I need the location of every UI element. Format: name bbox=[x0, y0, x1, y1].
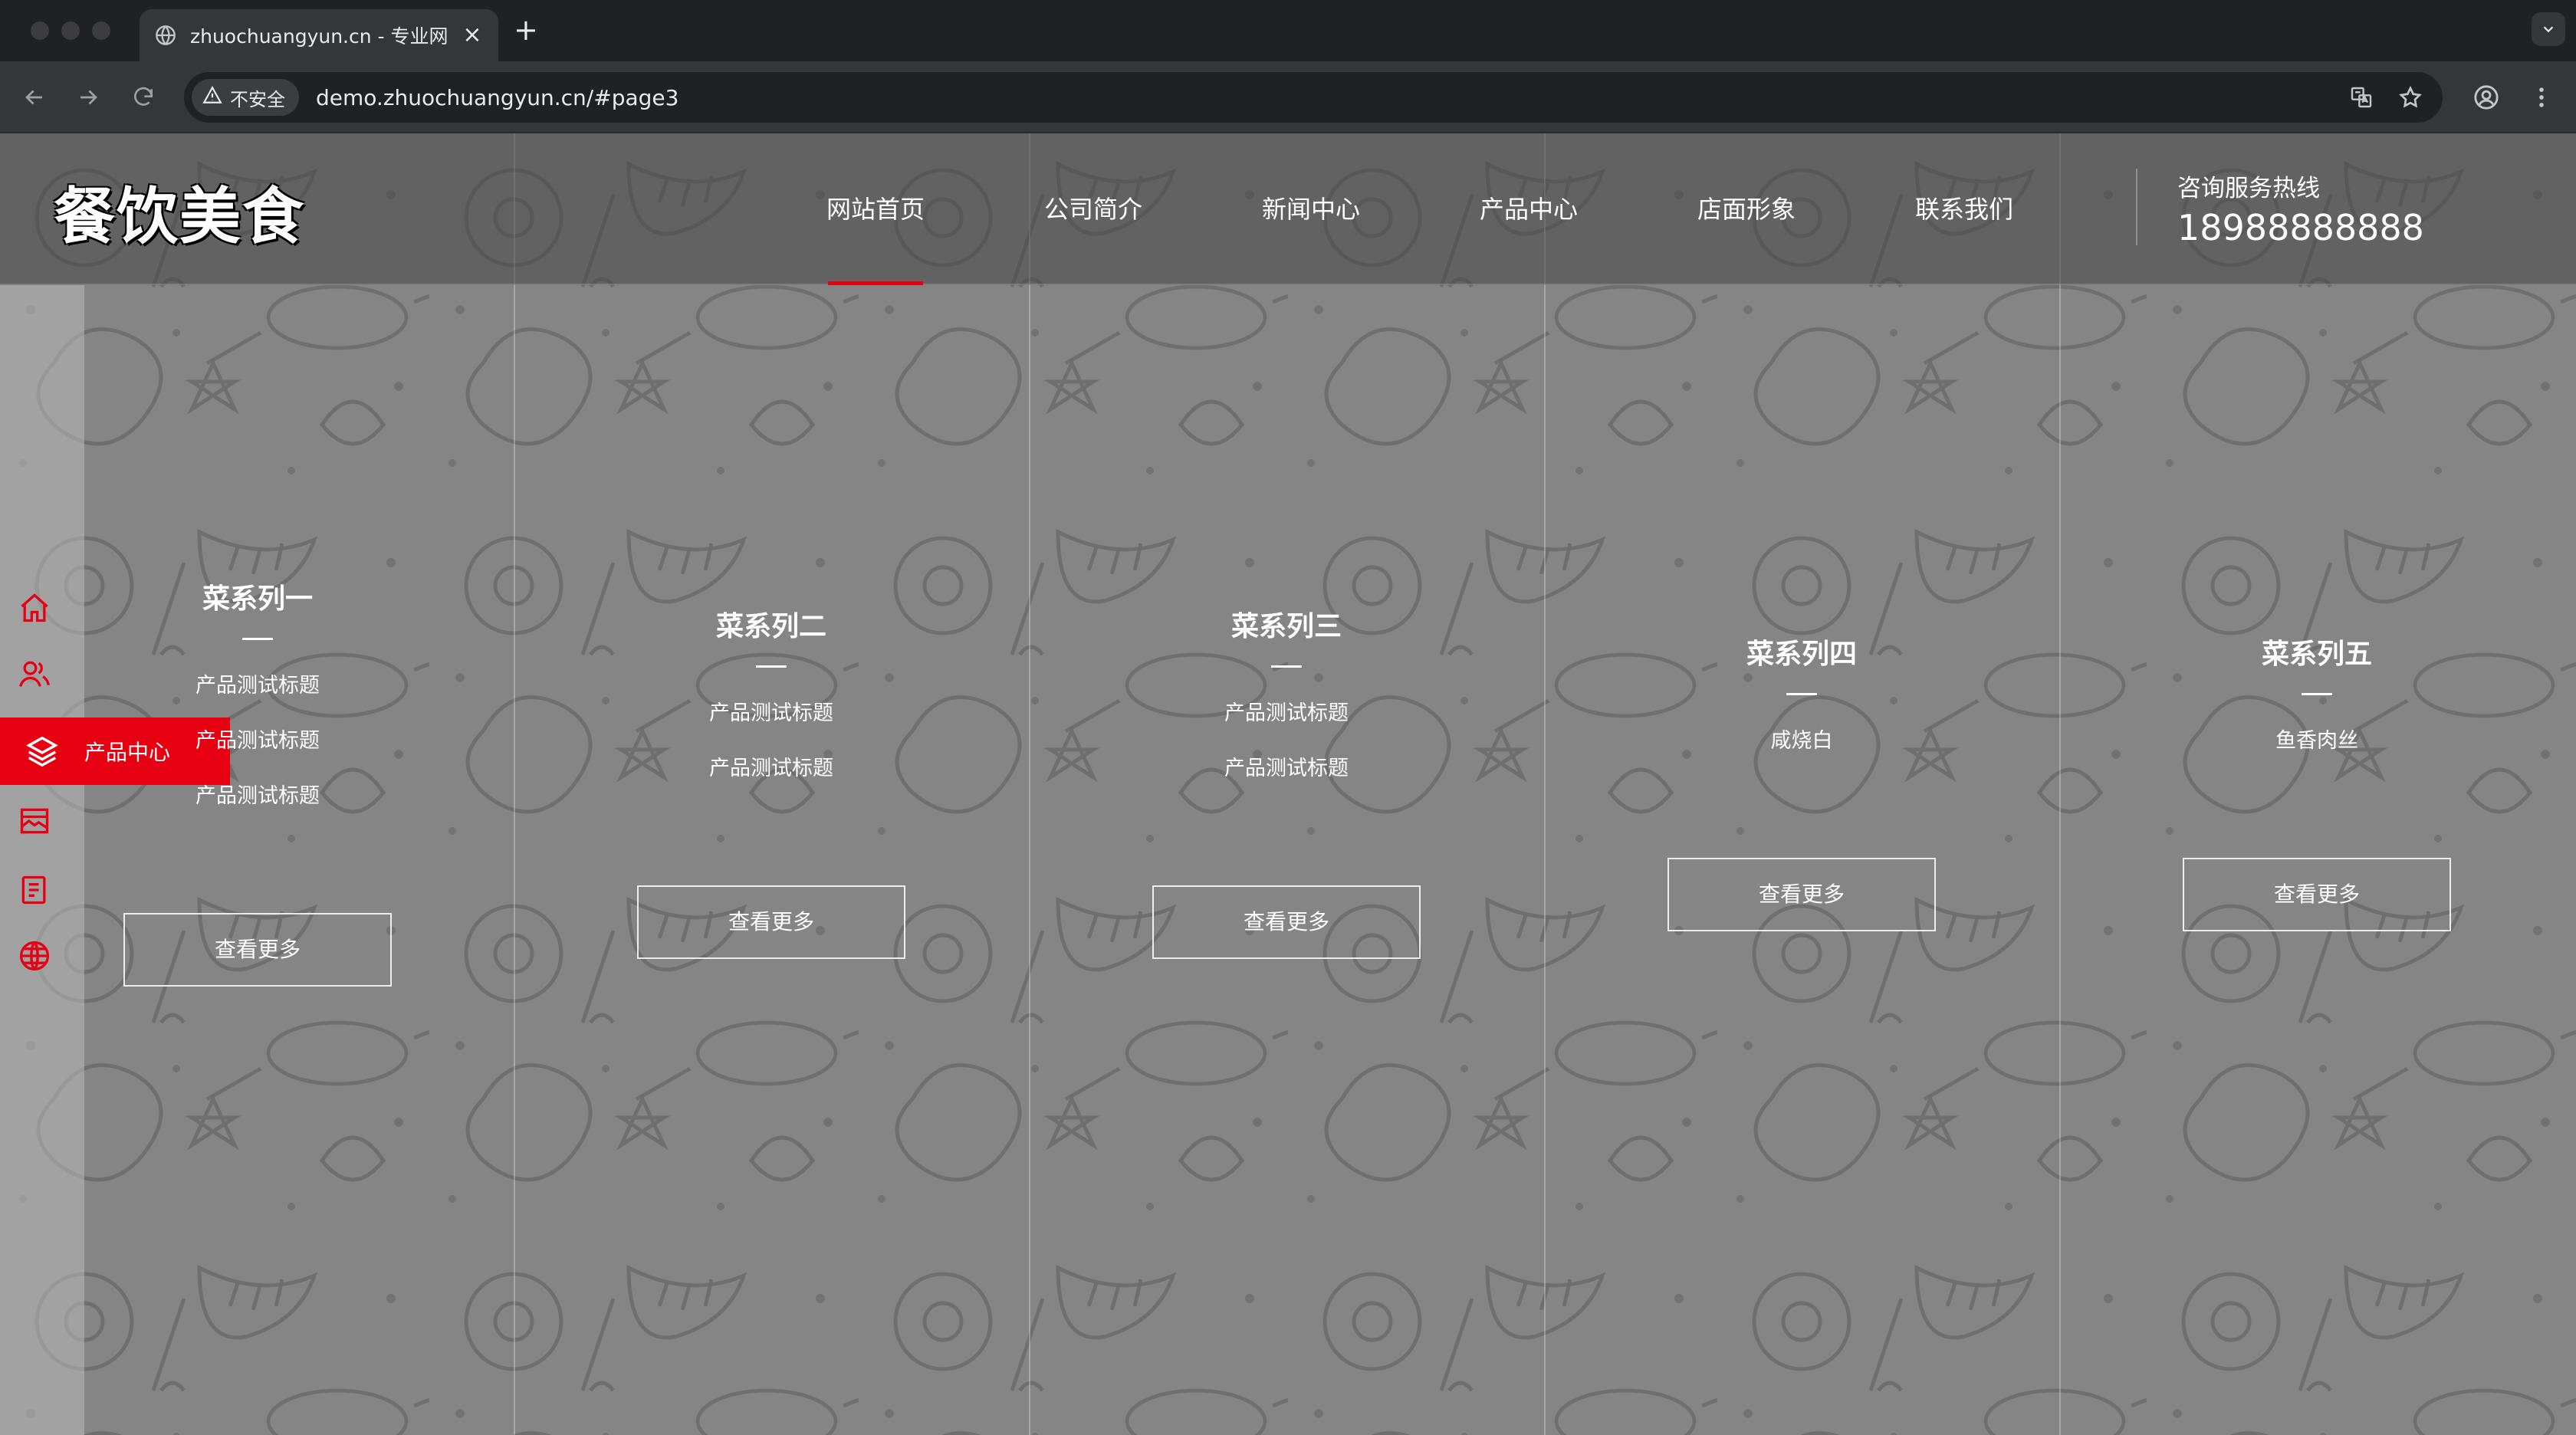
security-indicator[interactable]: 不安全 bbox=[192, 79, 299, 116]
title-underline bbox=[1786, 693, 1817, 695]
close-window-button[interactable] bbox=[31, 21, 49, 40]
series-column-4: 菜系列四 咸烧白 查看更多 bbox=[1544, 632, 2059, 931]
hotline-divider bbox=[2136, 169, 2137, 245]
minimize-window-button[interactable] bbox=[61, 21, 80, 40]
nav-home[interactable]: 网站首页 bbox=[767, 133, 984, 285]
hotline-label: 咨询服务热线 bbox=[2177, 175, 2320, 202]
url-text[interactable]: demo.zhuochuangyun.cn/#page3 bbox=[316, 85, 2344, 110]
series-title: 菜系列三 bbox=[1230, 611, 1342, 642]
series-item[interactable]: 产品测试标题 bbox=[0, 729, 515, 784]
view-more-button[interactable]: 查看更多 bbox=[637, 885, 905, 959]
site-logo[interactable]: 餐饮美食 bbox=[54, 167, 305, 256]
view-more-button[interactable]: 查看更多 bbox=[123, 913, 392, 987]
series-item[interactable]: 咸烧白 bbox=[1544, 729, 2059, 784]
series-column-3: 菜系列三 产品测试标题 产品测试标题 查看更多 bbox=[1029, 604, 1544, 959]
series-title: 菜系列一 bbox=[202, 583, 313, 615]
browser-tab[interactable]: zhuochuangyun.cn - 专业网站 × bbox=[140, 9, 498, 61]
browser-titlebar: zhuochuangyun.cn - 专业网站 × + bbox=[0, 0, 2576, 61]
tab-search-button[interactable] bbox=[2532, 12, 2565, 46]
series-column-1: 菜系列一 产品测试标题 产品测试标题 产品测试标题 查看更多 bbox=[0, 576, 515, 987]
series-item[interactable]: 产品测试标题 bbox=[1029, 701, 1544, 757]
title-underline bbox=[756, 665, 787, 668]
page-viewport: 餐饮美食 网站首页 公司简介 新闻中心 产品中心 店面形象 联系我们 咨询服务热… bbox=[0, 133, 2576, 1435]
series-title: 菜系列五 bbox=[2261, 639, 2372, 670]
nav-about[interactable]: 公司简介 bbox=[984, 133, 1202, 285]
series-column-5: 菜系列五 鱼香肉丝 查看更多 bbox=[2059, 632, 2574, 931]
main-navigation: 网站首页 公司简介 新闻中心 产品中心 店面形象 联系我们 bbox=[767, 133, 2073, 285]
maximize-window-button[interactable] bbox=[92, 21, 110, 40]
series-item[interactable]: 鱼香肉丝 bbox=[2059, 729, 2574, 784]
nav-stores[interactable]: 店面形象 bbox=[1638, 133, 1855, 285]
window-controls bbox=[31, 21, 110, 40]
series-item[interactable]: 产品测试标题 bbox=[0, 674, 515, 729]
series-item[interactable]: 产品测试标题 bbox=[514, 701, 1029, 757]
warning-icon bbox=[202, 85, 222, 110]
title-underline bbox=[242, 638, 273, 640]
nav-contact[interactable]: 联系我们 bbox=[1855, 133, 2073, 285]
view-more-button[interactable]: 查看更多 bbox=[1152, 885, 1421, 959]
browser-toolbar: 不安全 demo.zhuochuangyun.cn/#page3 bbox=[0, 61, 2576, 133]
hotline-number: 18988888888 bbox=[2177, 207, 2424, 248]
view-more-button[interactable]: 查看更多 bbox=[2183, 858, 2451, 931]
nav-news[interactable]: 新闻中心 bbox=[1202, 133, 1420, 285]
globe-icon bbox=[155, 25, 176, 46]
reload-button[interactable] bbox=[124, 78, 163, 117]
series-item[interactable]: 产品测试标题 bbox=[0, 784, 515, 839]
menu-kebab-icon[interactable] bbox=[2522, 78, 2561, 117]
security-label: 不安全 bbox=[230, 88, 285, 110]
series-item[interactable]: 产品测试标题 bbox=[514, 757, 1029, 812]
series-item[interactable]: 产品测试标题 bbox=[1029, 757, 1544, 812]
series-column-2: 菜系列二 产品测试标题 产品测试标题 查看更多 bbox=[514, 604, 1029, 959]
tab-title: zhuochuangyun.cn - 专业网站 bbox=[190, 25, 448, 48]
tab-close-icon[interactable]: × bbox=[462, 24, 483, 47]
view-more-button[interactable]: 查看更多 bbox=[1668, 858, 1936, 931]
site-header: 餐饮美食 网站首页 公司简介 新闻中心 产品中心 店面形象 联系我们 咨询服务热… bbox=[0, 133, 2576, 285]
new-tab-button[interactable]: + bbox=[514, 15, 538, 44]
back-button[interactable] bbox=[15, 78, 54, 117]
series-title: 菜系列二 bbox=[715, 611, 826, 642]
profile-icon[interactable] bbox=[2467, 78, 2505, 117]
forward-button[interactable] bbox=[69, 78, 107, 117]
title-underline bbox=[2302, 693, 2332, 695]
bookmark-star-icon[interactable] bbox=[2394, 80, 2427, 114]
translate-icon[interactable] bbox=[2344, 80, 2378, 114]
series-title: 菜系列四 bbox=[1746, 639, 1857, 670]
address-bar[interactable]: 不安全 demo.zhuochuangyun.cn/#page3 bbox=[184, 72, 2443, 123]
nav-products[interactable]: 产品中心 bbox=[1420, 133, 1638, 285]
title-underline bbox=[1271, 665, 1302, 668]
